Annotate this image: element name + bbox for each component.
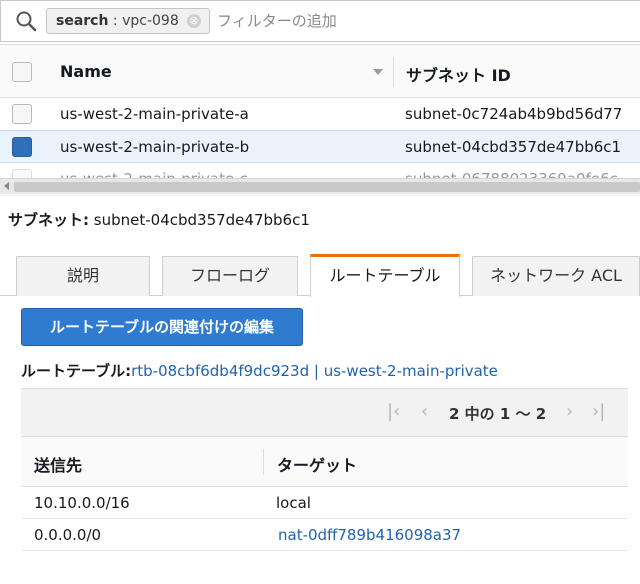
row-checkbox[interactable]: [12, 137, 32, 157]
filter-input[interactable]: [217, 8, 617, 34]
previous-page-icon[interactable]: ‹: [421, 401, 428, 422]
pagination-bar: |‹ ‹ 2 中の 1 ～ 2 › ›|: [21, 388, 628, 437]
horizontal-scrollbar[interactable]: [0, 178, 640, 194]
route-destination: 10.10.0.0/16: [34, 494, 130, 512]
route-table-header: 送信先 ターゲット: [21, 437, 628, 487]
subnet-name: us-west-2-main-private-a: [60, 105, 249, 123]
filter-token-value: vpc-098: [122, 13, 179, 29]
table-row: 0.0.0.0/0 nat-0dff789b416098a37: [21, 519, 628, 551]
subnet-name: us-west-2-main-private-b: [60, 138, 250, 156]
next-page-icon[interactable]: ›: [566, 401, 573, 422]
tab-network-acl[interactable]: ネットワーク ACL: [472, 256, 640, 296]
filter-token-separator: :: [108, 13, 123, 29]
subnet-detail-id: subnet-04cbd357de47bb6c1: [93, 211, 310, 229]
row-checkbox[interactable]: [12, 104, 32, 124]
route-destination: 0.0.0.0/0: [34, 526, 102, 544]
first-page-icon[interactable]: |‹: [387, 401, 400, 422]
pagination-status: 2 中の 1 ～ 2: [449, 405, 547, 423]
subnet-table-header: Name サブネット ID: [0, 44, 640, 98]
route-table-link[interactable]: rtb-08cbf6db4f9dc923d | us-west-2-main-p…: [131, 362, 498, 380]
filter-token[interactable]: search : vpc-098 ⊗: [46, 8, 210, 34]
subnet-id: subnet-04cbd357de47bb6c1: [405, 138, 622, 156]
table-row[interactable]: us-west-2-main-private-a subnet-0c724ab4…: [0, 98, 640, 131]
column-header-target[interactable]: ターゲット: [277, 452, 357, 476]
scroll-left-arrow-icon[interactable]: [4, 182, 9, 190]
route-table-label-line: ルートテーブル:rtb-08cbf6db4f9dc923d | us-west-…: [21, 360, 498, 381]
route-table-label: ルートテーブル:: [21, 362, 132, 380]
filter-token-key: search: [56, 13, 109, 29]
subnet-detail-label: サブネット:: [8, 211, 89, 229]
last-page-icon[interactable]: ›|: [592, 401, 605, 422]
column-header-destination[interactable]: 送信先: [34, 452, 82, 476]
sort-caret-icon[interactable]: [373, 69, 383, 75]
detail-tabs: 説明 フローログ ルートテーブル ネットワーク ACL: [0, 254, 640, 297]
column-header-name[interactable]: Name: [60, 62, 112, 81]
table-row: 10.10.0.0/16 local: [21, 487, 628, 519]
tab-description[interactable]: 説明: [16, 256, 150, 296]
select-all-checkbox[interactable]: [12, 62, 32, 82]
subnet-id: subnet-0c724ab4b9bd56d77: [405, 105, 623, 123]
tab-route-table[interactable]: ルートテーブル: [310, 254, 460, 297]
tab-flow-logs[interactable]: フローログ: [162, 256, 298, 296]
table-row[interactable]: us-west-2-main-private-b subnet-04cbd357…: [0, 130, 640, 163]
column-divider: [393, 57, 394, 87]
subnet-detail-title: サブネット: subnet-04cbd357de47bb6c1: [8, 209, 310, 230]
search-icon: [16, 11, 37, 32]
route-target-link[interactable]: nat-0dff789b416098a37: [278, 526, 461, 544]
remove-filter-icon[interactable]: ⊗: [187, 14, 201, 28]
route-table: |‹ ‹ 2 中の 1 ～ 2 › ›| 送信先 ターゲット 10.10.0.0…: [21, 388, 628, 558]
route-target: local: [276, 494, 311, 512]
column-header-subnet-id[interactable]: サブネット ID: [406, 62, 511, 86]
scrollbar-thumb[interactable]: [14, 182, 640, 192]
filter-bar: search : vpc-098 ⊗: [0, 0, 640, 42]
column-divider: [263, 449, 264, 475]
edit-route-table-association-button[interactable]: ルートテーブルの関連付けの編集: [21, 308, 303, 346]
